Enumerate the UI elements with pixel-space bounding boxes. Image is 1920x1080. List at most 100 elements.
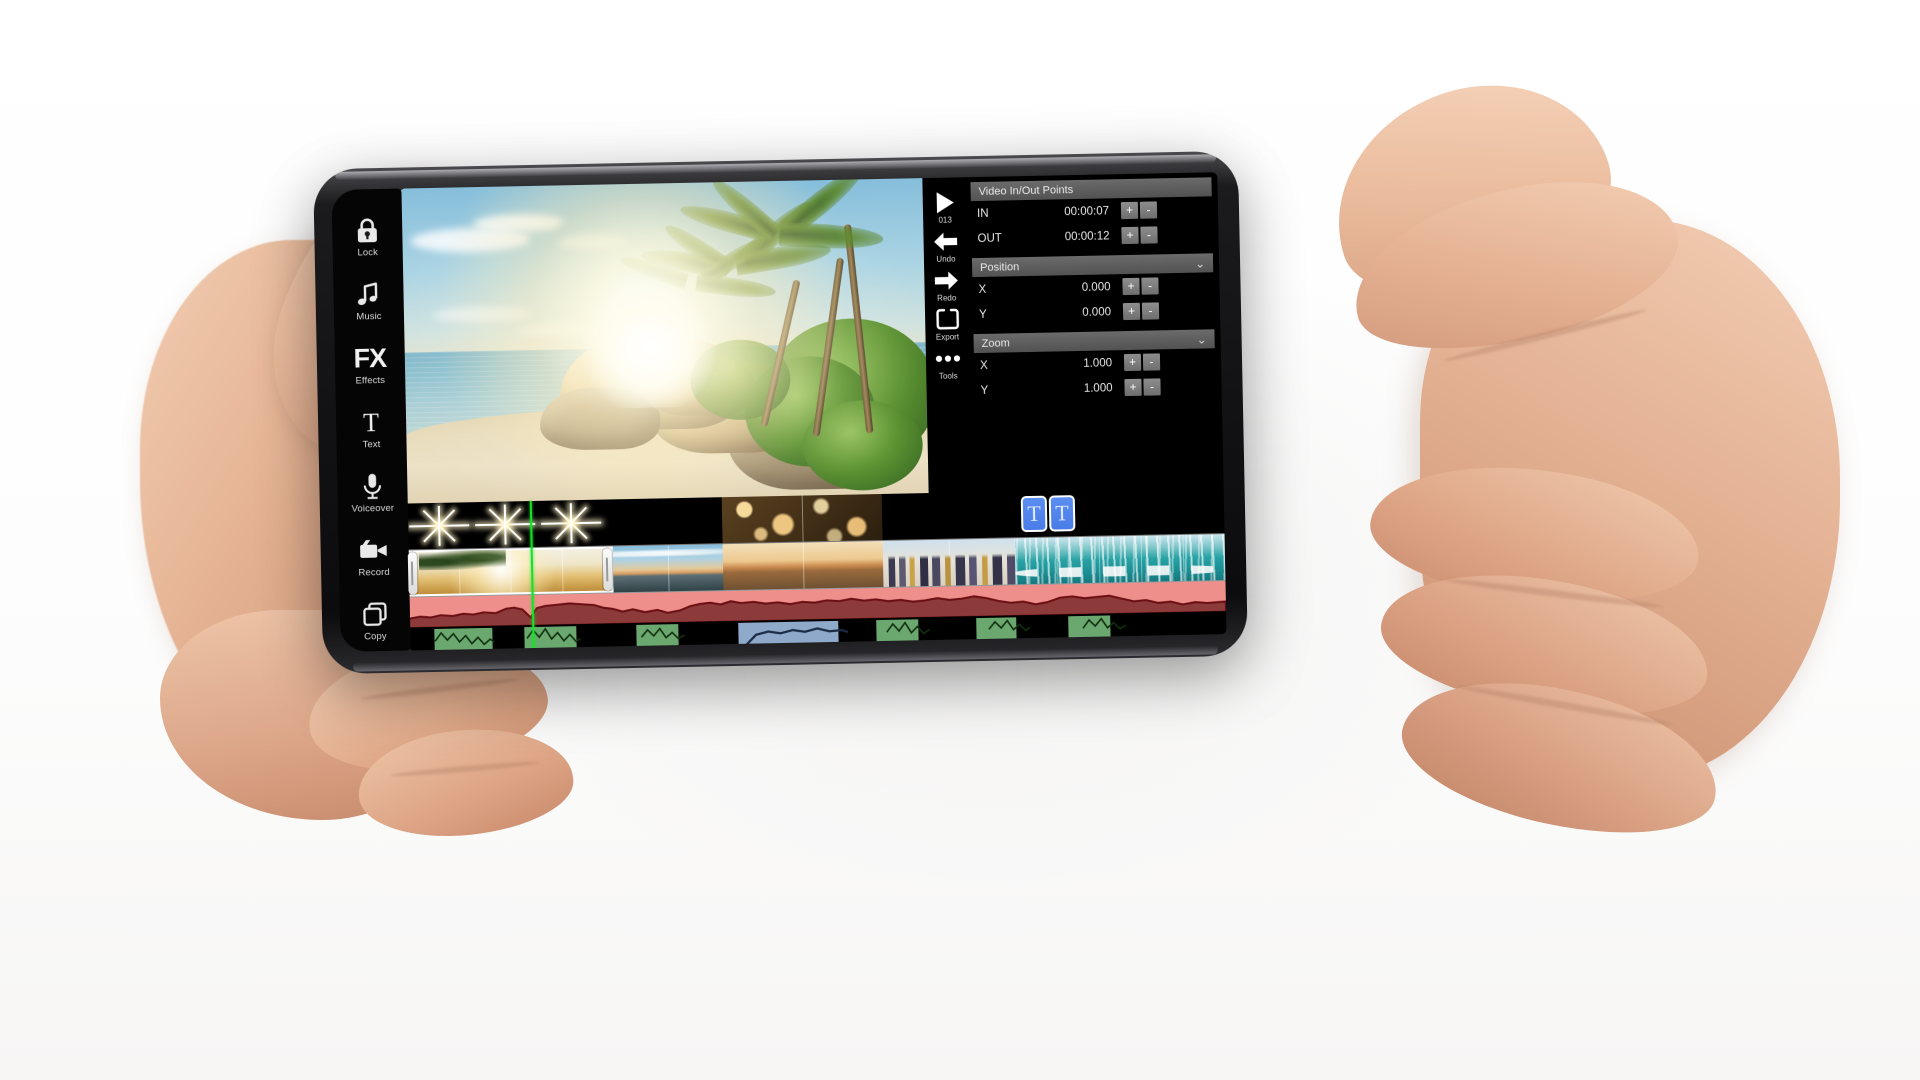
undo-label: Undo bbox=[936, 254, 956, 264]
property-value: 0.000 bbox=[1081, 280, 1111, 294]
timeline-clip-sunset-palm[interactable] bbox=[406, 546, 614, 597]
sidebar-item-voiceover[interactable]: Voiceover bbox=[338, 461, 407, 524]
timeline-gap[interactable] bbox=[881, 491, 1015, 540]
text-icon: T bbox=[362, 407, 380, 437]
redo-label: Redo bbox=[937, 293, 957, 303]
transport-toolbar[interactable]: 013 Undo Redo Export Tools bbox=[922, 177, 973, 494]
undo-button[interactable]: Undo bbox=[932, 228, 959, 264]
sidebar-item-label: Text bbox=[362, 438, 381, 451]
arrow-left-icon bbox=[932, 228, 959, 255]
timeline-gap[interactable] bbox=[1081, 487, 1225, 536]
timeline-clip-green-audio[interactable] bbox=[636, 624, 679, 651]
increment-button[interactable]: + bbox=[1123, 353, 1142, 372]
property-label: X bbox=[978, 283, 987, 296]
section-title: Position bbox=[980, 260, 1020, 274]
decrement-button[interactable]: - bbox=[1141, 302, 1160, 320]
copy-icon bbox=[361, 599, 389, 631]
video-camera-icon bbox=[358, 535, 389, 567]
property-label: OUT bbox=[977, 232, 1002, 245]
timeline-clip-green-audio[interactable] bbox=[434, 627, 493, 651]
increment-button[interactable]: + bbox=[1122, 302, 1141, 321]
arrow-right-icon bbox=[933, 267, 960, 294]
timeline-clip-green-audio[interactable] bbox=[1068, 615, 1111, 651]
property-label: X bbox=[979, 359, 988, 372]
sidebar-item-copy[interactable]: Copy bbox=[340, 589, 409, 652]
tools-button[interactable]: Tools bbox=[935, 345, 962, 381]
photo-scene: Lock Music FX Effects T Text Voiceover R… bbox=[0, 0, 1920, 1080]
chevron-down-icon[interactable]: ⌄ bbox=[1195, 256, 1205, 270]
increment-button[interactable]: + bbox=[1122, 277, 1140, 296]
timeline-clip-bokeh[interactable] bbox=[721, 493, 883, 544]
sidebar-item-record[interactable]: Record bbox=[339, 525, 408, 588]
text-clip[interactable]: T bbox=[1020, 495, 1048, 533]
sidebar-item-label: Voiceover bbox=[351, 502, 395, 515]
clip-trim-handle-right[interactable] bbox=[602, 548, 613, 591]
increment-button[interactable]: + bbox=[1124, 378, 1142, 397]
sidebar-item-label: Lock bbox=[357, 246, 379, 259]
timeline-clip-pier-sunset[interactable] bbox=[722, 540, 884, 591]
star-icon bbox=[537, 499, 605, 547]
timeline-clip-starburst[interactable] bbox=[405, 499, 613, 550]
timeline-clip-green-audio[interactable] bbox=[976, 617, 1017, 651]
sidebar-item-music[interactable]: Music bbox=[334, 269, 403, 332]
clip-trim-handle-left[interactable] bbox=[407, 552, 418, 595]
lens-haze bbox=[399, 178, 929, 504]
decrement-button[interactable]: - bbox=[1143, 378, 1161, 396]
play-icon bbox=[934, 189, 957, 215]
microphone-icon bbox=[361, 471, 384, 502]
property-row-zoom-y[interactable]: Y 1.000 + - bbox=[970, 373, 1221, 403]
section-title: Zoom bbox=[981, 336, 1010, 350]
sidebar-item-label: Effects bbox=[355, 374, 386, 387]
increment-button[interactable]: + bbox=[1121, 226, 1139, 245]
sidebar-item-label: Record bbox=[358, 566, 390, 579]
more-dots-icon bbox=[935, 345, 962, 372]
video-preview[interactable] bbox=[399, 178, 929, 504]
export-icon bbox=[934, 306, 960, 332]
sidebar-item-label: Copy bbox=[364, 630, 387, 643]
sidebar-item-effects[interactable]: FX Effects bbox=[335, 333, 404, 396]
decrement-button[interactable]: - bbox=[1141, 277, 1159, 295]
section-title: Video In/Out Points bbox=[978, 183, 1074, 198]
redo-button[interactable]: Redo bbox=[933, 267, 960, 303]
timeline-clip-text-group[interactable]: T T bbox=[1013, 489, 1083, 538]
property-value: 1.000 bbox=[1083, 381, 1113, 395]
property-label: IN bbox=[976, 207, 989, 220]
lock-icon bbox=[354, 215, 381, 247]
decrement-button[interactable]: - bbox=[1142, 353, 1161, 371]
frame-counter: 013 bbox=[938, 215, 952, 225]
sidebar-item-lock[interactable]: Lock bbox=[333, 205, 402, 268]
timeline-gap[interactable] bbox=[611, 497, 723, 546]
star-icon bbox=[471, 500, 539, 549]
decrement-button[interactable]: - bbox=[1140, 226, 1158, 244]
timeline-clip-city-skyline[interactable] bbox=[882, 538, 1016, 587]
timeline-clip-ocean-sunset[interactable] bbox=[612, 544, 724, 593]
fx-icon: FX bbox=[353, 343, 387, 374]
tool-sidebar[interactable]: Lock Music FX Effects T Text Voiceover R… bbox=[331, 188, 411, 652]
timeline-clip-palm-island[interactable] bbox=[1014, 534, 1226, 585]
timeline-clip-green-audio[interactable] bbox=[876, 619, 919, 651]
editor-top-area: 013 Undo Redo Export Tools Video In/Out … bbox=[399, 172, 1224, 504]
text-clip[interactable]: T bbox=[1048, 495, 1076, 532]
increment-button[interactable]: + bbox=[1120, 201, 1139, 220]
timeline[interactable]: T T bbox=[405, 487, 1227, 651]
decrement-button[interactable]: - bbox=[1139, 201, 1158, 219]
music-note-icon bbox=[355, 279, 382, 311]
phone-body: Lock Music FX Effects T Text Voiceover R… bbox=[313, 150, 1248, 675]
sidebar-item-text[interactable]: T Text bbox=[337, 397, 406, 460]
chevron-down-icon[interactable]: ⌄ bbox=[1196, 332, 1206, 346]
property-value: 0.000 bbox=[1082, 305, 1112, 319]
smartphone: Lock Music FX Effects T Text Voiceover R… bbox=[313, 150, 1248, 675]
property-value: 1.000 bbox=[1083, 356, 1113, 370]
properties-panel[interactable]: Video In/Out Points IN 00:00:07 + - OUT … bbox=[966, 172, 1224, 493]
property-label: Y bbox=[980, 384, 989, 397]
tools-label: Tools bbox=[938, 371, 958, 381]
property-label: Y bbox=[978, 308, 987, 321]
export-button[interactable]: Export bbox=[934, 306, 960, 342]
export-label: Export bbox=[935, 332, 960, 342]
timeline-clip-blue-audio[interactable] bbox=[738, 620, 839, 651]
property-value: 00:00:07 bbox=[1064, 204, 1110, 218]
property-value: 00:00:12 bbox=[1064, 229, 1110, 243]
sidebar-item-label: Music bbox=[356, 310, 382, 323]
play-button[interactable]: 013 bbox=[934, 189, 957, 225]
star-icon bbox=[405, 502, 473, 550]
